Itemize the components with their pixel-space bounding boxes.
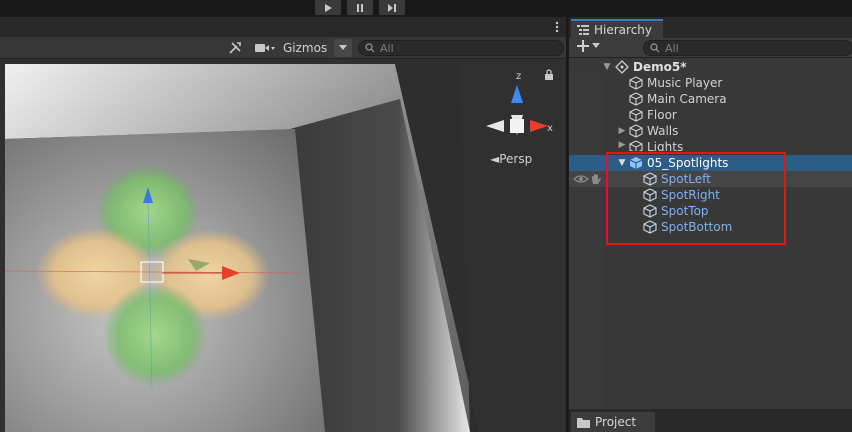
hierarchy-item-walls[interactable]: ▶ Walls: [569, 123, 852, 139]
hierarchy-item-lights[interactable]: ▶ Lights: [569, 139, 852, 151]
unity-scene-icon: [615, 60, 629, 74]
play-icon: [325, 3, 332, 12]
hierarchy-tab-bar: Hierarchy: [569, 17, 852, 38]
visibility-eye-icon[interactable]: [573, 172, 589, 186]
tab-project[interactable]: Project: [571, 412, 655, 432]
play-toolbar: [0, 0, 852, 17]
play-button[interactable]: [315, 0, 341, 15]
gizmos-dropdown[interactable]: [334, 39, 352, 57]
scene-toolbar: Gizmos All: [0, 37, 567, 59]
project-tab-label: Project: [595, 415, 637, 429]
collapsed-arrow-icon[interactable]: ▶: [617, 139, 627, 151]
hierarchy-item-label: Walls: [647, 124, 679, 138]
hierarchy-item-label: 05_Spotlights: [647, 156, 729, 170]
kebab-menu-icon[interactable]: [555, 21, 559, 33]
search-icon: [365, 43, 375, 53]
persp-label: Persp: [499, 152, 533, 166]
hierarchy-item-05-spotlights[interactable]: ▼ 05_Spotlights: [569, 155, 852, 171]
hierarchy-item-label: Main Camera: [647, 92, 727, 106]
hierarchy-item-floor[interactable]: Floor: [569, 107, 852, 123]
hierarchy-item-label: Lights: [647, 140, 684, 151]
hierarchy-item-label: SpotLeft: [661, 172, 711, 186]
projection-toggle[interactable]: ◄Persp: [490, 152, 532, 166]
hierarchy-item-spotright[interactable]: SpotRight: [569, 187, 852, 203]
hierarchy-item-label: SpotRight: [661, 188, 720, 202]
gameobject-cube-icon: [629, 76, 643, 90]
scene-tab-strip: [0, 17, 567, 37]
tab-hierarchy[interactable]: Hierarchy: [571, 19, 663, 38]
collapsed-arrow-icon[interactable]: ▶: [617, 123, 627, 139]
hierarchy-item-main-camera[interactable]: Main Camera: [569, 91, 852, 107]
scene-search-input[interactable]: All: [358, 40, 564, 56]
pause-icon: [357, 3, 363, 12]
hierarchy-item-label: Floor: [647, 108, 677, 122]
hierarchy-item-spottop[interactable]: SpotTop: [569, 203, 852, 219]
chevron-down-icon: [339, 45, 347, 50]
create-button[interactable]: [577, 40, 600, 52]
gizmos-button[interactable]: Gizmos: [283, 39, 327, 57]
hierarchy-tab-label: Hierarchy: [594, 22, 653, 37]
gameobject-cube-icon: [629, 108, 643, 122]
hierarchy-item-music-player[interactable]: Music Player: [569, 75, 852, 91]
hierarchy-toolbar: All: [569, 38, 852, 58]
gameobject-cube-icon: [629, 140, 643, 151]
hierarchy-item-spotbottom[interactable]: SpotBottom: [569, 219, 852, 235]
hierarchy-search-input[interactable]: All: [643, 40, 852, 56]
tools-icon[interactable]: [225, 39, 245, 57]
plus-icon: [577, 40, 589, 52]
hierarchy-panel: Hierarchy All ▼ Demo5* Music Player Main…: [568, 17, 852, 432]
axis-z-label: z: [516, 71, 521, 82]
step-icon: [388, 3, 396, 12]
gameobject-cube-icon: [643, 172, 657, 186]
chevron-down-icon: [592, 43, 600, 48]
gameobject-cube-icon: [629, 124, 643, 138]
gameobject-cube-icon: [643, 220, 657, 234]
search-icon: [650, 43, 660, 53]
lock-icon[interactable]: [544, 69, 554, 81]
hierarchy-search-placeholder: All: [665, 41, 679, 55]
pickable-hand-icon[interactable]: [589, 172, 603, 186]
unity-editor: Gizmos All z x ◄Persp Hierarchy All ▼ De…: [0, 0, 852, 432]
camera-icon[interactable]: [251, 39, 279, 57]
expand-arrow-icon[interactable]: ▼: [617, 155, 627, 171]
hierarchy-item-spotleft[interactable]: SpotLeft: [569, 171, 852, 187]
prefab-cube-icon: [629, 157, 643, 169]
expand-arrow-icon[interactable]: ▼: [602, 59, 612, 75]
gameobject-cube-icon: [643, 188, 657, 202]
folder-icon: [577, 417, 590, 428]
hierarchy-list-icon: [577, 24, 589, 35]
gameobject-cube-icon: [629, 92, 643, 106]
persp-arrow-icon: ◄: [490, 152, 500, 166]
axis-x-label: x: [547, 123, 553, 134]
scene-view-panel: Gizmos All z x ◄Persp: [0, 17, 567, 432]
scene-root-label: Demo5*: [633, 60, 687, 74]
scene-viewport[interactable]: z x ◄Persp: [0, 59, 567, 432]
step-button[interactable]: [379, 0, 405, 15]
scene-root-row[interactable]: ▼ Demo5*: [569, 59, 852, 75]
gameobject-cube-icon: [643, 204, 657, 218]
hierarchy-item-label: SpotBottom: [661, 220, 733, 234]
project-panel: Project: [568, 409, 852, 432]
scene-search-placeholder: All: [380, 41, 394, 55]
hierarchy-item-label: Music Player: [647, 76, 723, 90]
hierarchy-item-label: SpotTop: [661, 204, 709, 218]
pause-button[interactable]: [347, 0, 373, 15]
